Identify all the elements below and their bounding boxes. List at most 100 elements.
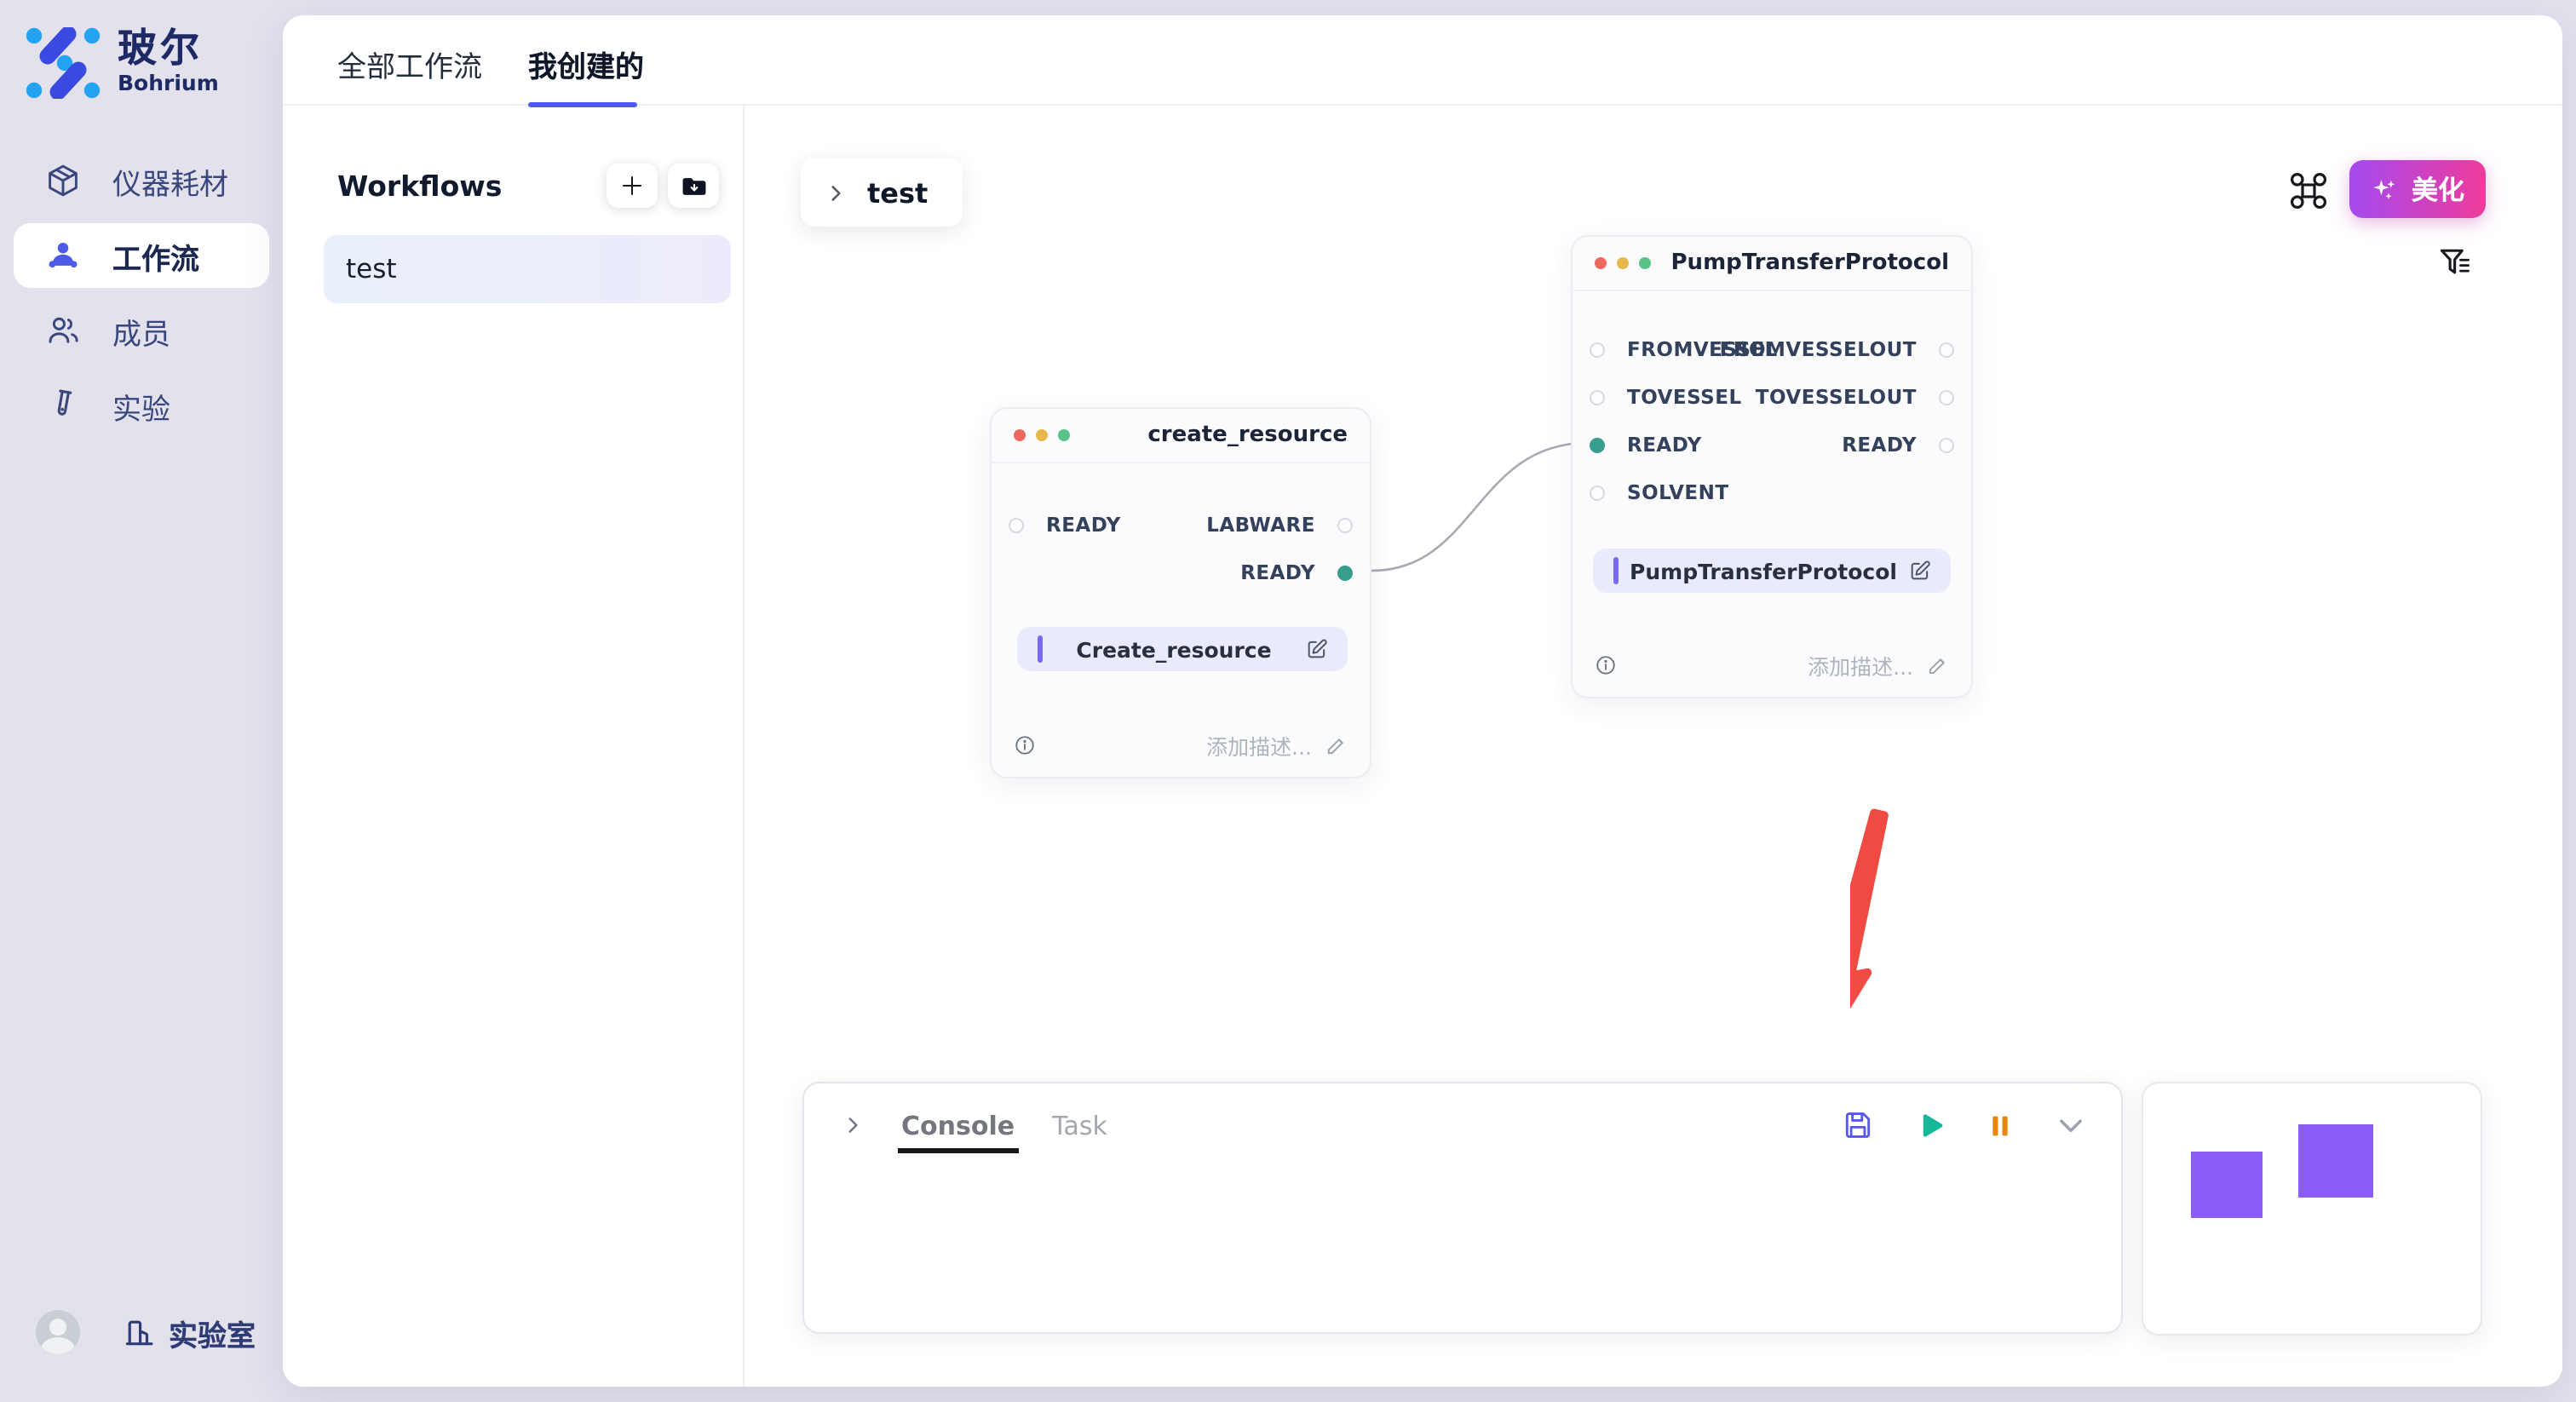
port-circle	[1939, 342, 1954, 357]
task-tab[interactable]: Task	[1052, 1110, 1107, 1141]
port-circle	[1590, 485, 1605, 500]
beautify-button[interactable]: 美化	[2349, 160, 2486, 218]
port-circle	[1590, 342, 1605, 357]
port-tovessel[interactable]: TOVESSEL	[1590, 385, 1742, 409]
port-fromvesselout[interactable]: FROMVESSELOUT	[1720, 337, 1954, 361]
traffic-dots-icon	[1595, 257, 1651, 269]
node-header: create_resource	[992, 409, 1370, 463]
console-panel: Console Task	[802, 1082, 2123, 1334]
chevron-down-icon	[2055, 1109, 2087, 1141]
chevron-right-icon	[825, 181, 847, 204]
port-ready-out[interactable]: READY	[1240, 560, 1353, 584]
workflow-list-item-test[interactable]: test	[324, 235, 731, 303]
lab-switcher[interactable]: 实验室	[123, 1311, 256, 1353]
pencil-icon[interactable]	[1927, 654, 1949, 676]
port-label: TOVESSEL	[1627, 385, 1742, 409]
collapse-button[interactable]	[2055, 1109, 2087, 1141]
node-pump-transfer-protocol[interactable]: PumpTransferProtocol FROMVESSEL TOVESSEL…	[1571, 235, 1973, 698]
console-tab[interactable]: Console	[901, 1110, 1015, 1141]
edit-icon[interactable]	[1305, 637, 1329, 661]
workflow-tabbar: 全部工作流 我创建的	[283, 15, 2562, 106]
port-circle	[1939, 437, 1954, 452]
port-label: READY	[1627, 433, 1702, 457]
sidebar-item-workflows[interactable]: 工作流	[14, 223, 269, 288]
sidebar-item-experiments[interactable]: 实验	[0, 368, 283, 443]
sidebar: 玻尔 Bohrium 仪器耗材	[0, 0, 283, 1402]
port-label: READY	[1240, 560, 1315, 584]
sparkles-icon	[2371, 175, 2400, 204]
port-circle	[1337, 517, 1353, 532]
layout-command-button[interactable]	[2288, 170, 2329, 211]
port-circle	[1939, 389, 1954, 405]
save-button[interactable]	[1842, 1109, 1874, 1141]
bohrium-workflow-app: 玻尔 Bohrium 仪器耗材	[0, 0, 2576, 1402]
command-icon	[2288, 170, 2329, 211]
pause-icon	[1987, 1112, 2014, 1139]
breadcrumb-label: test	[867, 176, 928, 209]
run-button[interactable]	[1915, 1110, 1946, 1141]
sidebar-item-label: 成员	[112, 309, 170, 352]
members-icon	[44, 312, 82, 349]
node-action-pill[interactable]: Create_resource	[1017, 627, 1348, 671]
port-circle	[1590, 389, 1605, 405]
box-icon	[44, 162, 82, 199]
sidebar-item-instruments[interactable]: 仪器耗材	[0, 143, 283, 218]
port-tovesselout[interactable]: TOVESSELOUT	[1756, 385, 1954, 409]
play-icon	[1915, 1110, 1946, 1141]
port-label: FROMVESSELOUT	[1720, 337, 1917, 361]
pause-button[interactable]	[1987, 1112, 2014, 1139]
description-placeholder: 添加描述...	[1206, 729, 1312, 761]
building-icon	[123, 1316, 155, 1348]
avatar[interactable]	[36, 1310, 80, 1354]
tab-my-created[interactable]: 我创建的	[528, 43, 644, 85]
plus-icon	[618, 172, 646, 199]
info-icon[interactable]	[1014, 734, 1036, 756]
port-circle	[1009, 517, 1024, 532]
minimap-node-pump-transfer	[2298, 1124, 2373, 1198]
pill-label: PumpTransferProtocol	[1619, 558, 1908, 583]
import-folder-button[interactable]	[668, 164, 719, 208]
beautify-label: 美化	[2412, 170, 2464, 208]
node-footer: 添加描述...	[1014, 729, 1348, 761]
port-ready-in[interactable]: READY	[1009, 513, 1121, 537]
workflows-panel-title: Workflows	[337, 170, 596, 202]
port-ready-in[interactable]: READY	[1590, 433, 1702, 457]
node-header: PumpTransferProtocol	[1573, 237, 1971, 291]
port-label: LABWARE	[1206, 513, 1315, 537]
breadcrumb[interactable]: test	[801, 158, 962, 227]
sidebar-footer: 实验室	[36, 1310, 256, 1354]
brand-name-en: Bohrium	[118, 72, 219, 95]
info-icon[interactable]	[1595, 654, 1617, 676]
sidebar-item-label: 工作流	[112, 234, 199, 277]
add-workflow-button[interactable]	[607, 164, 658, 208]
expand-chevron-icon[interactable]	[842, 1114, 864, 1136]
test-tube-icon	[44, 387, 82, 424]
port-solvent[interactable]: SOLVENT	[1590, 480, 1729, 504]
annotation-arrow	[1850, 790, 2072, 1080]
sidebar-item-label: 实验	[112, 384, 170, 427]
sidebar-nav: 仪器耗材 工作流 成员	[0, 143, 283, 443]
port-labware-out[interactable]: LABWARE	[1206, 513, 1353, 537]
node-create-resource[interactable]: create_resource READY LABWARE READY Crea…	[990, 407, 1371, 779]
port-label: READY	[1046, 513, 1121, 537]
port-circle	[1590, 437, 1605, 452]
edge-create-resource-to-pump	[1371, 443, 1588, 571]
lab-label: 实验室	[169, 1311, 256, 1353]
tab-all-workflows[interactable]: 全部工作流	[337, 43, 482, 85]
filter-button[interactable]	[2436, 244, 2474, 281]
pencil-icon[interactable]	[1325, 734, 1348, 756]
node-title: PumpTransferProtocol	[1671, 250, 1950, 276]
save-icon	[1842, 1109, 1874, 1141]
edit-icon[interactable]	[1908, 559, 1932, 583]
node-title: create_resource	[1147, 422, 1348, 448]
description-placeholder: 添加描述...	[1808, 649, 1913, 681]
minimap-node-create-resource	[2191, 1152, 2263, 1218]
port-ready-out[interactable]: READY	[1842, 433, 1954, 457]
node-action-pill[interactable]: PumpTransferProtocol	[1593, 549, 1951, 593]
filter-icon	[2436, 244, 2474, 281]
node-footer: 添加描述...	[1595, 649, 1949, 681]
minimap[interactable]	[2142, 1082, 2482, 1336]
sidebar-item-members[interactable]: 成员	[0, 293, 283, 368]
port-label: TOVESSELOUT	[1756, 385, 1917, 409]
port-label: READY	[1842, 433, 1917, 457]
